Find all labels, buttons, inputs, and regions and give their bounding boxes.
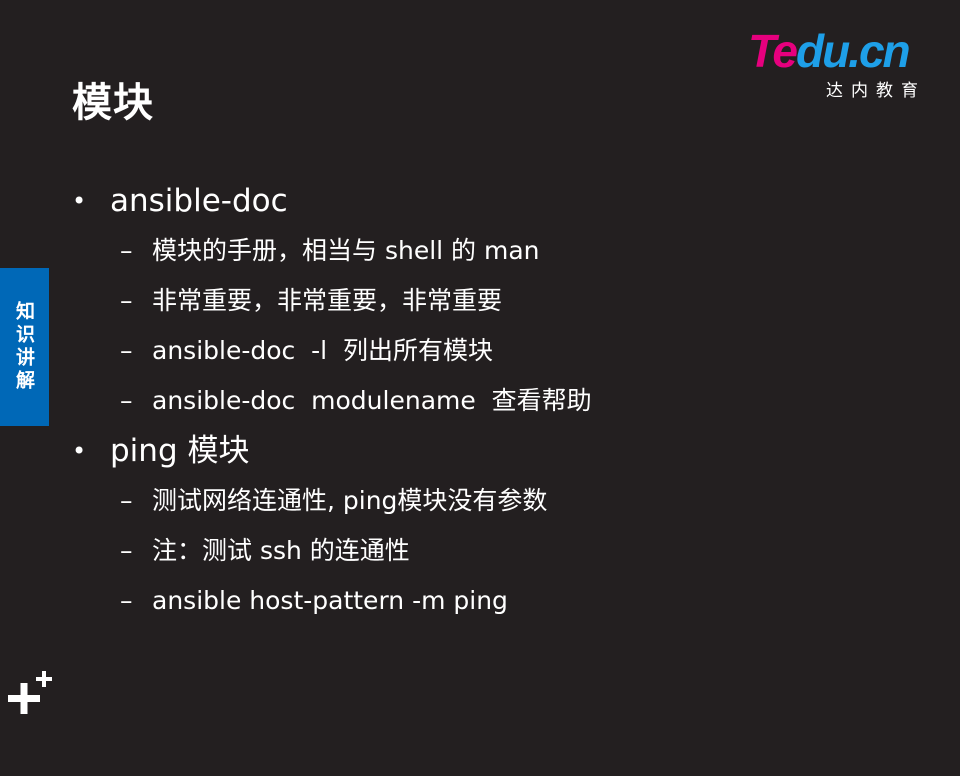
sub-bullet-text: 非常重要，非常重要，非常重要 — [152, 286, 503, 315]
sub-bullet-text: ansible host-pattern -m ping — [152, 586, 508, 615]
bullet-item: • ansible-doc — [72, 176, 932, 226]
bullet-dot-icon: • — [72, 187, 87, 215]
slide-title: 模块 — [72, 80, 154, 126]
tedu-logo: Tedu.cn 达内教育 — [748, 25, 930, 101]
sub-bullet-item: – ansible-doc modulename 查看帮助 — [72, 376, 932, 426]
bullet-item: • ping 模块 — [72, 426, 932, 476]
bullet-text: ping 模块 — [110, 433, 250, 469]
sub-bullet-text: 注：测试 ssh 的连通性 — [152, 536, 410, 565]
sub-bullet-text: ansible-doc -l 列出所有模块 — [152, 336, 494, 365]
bullet-list: • ansible-doc – 模块的手册，相当与 shell 的 man – … — [72, 176, 932, 626]
sub-bullet-item: – 模块的手册，相当与 shell 的 man — [72, 226, 932, 276]
plus-decor-icon — [8, 671, 52, 714]
dash-icon: – — [120, 336, 133, 365]
logo-wordmark-part1: Te — [748, 25, 798, 77]
sub-bullet-item: – ansible-doc -l 列出所有模块 — [72, 326, 932, 376]
dash-icon: – — [120, 286, 133, 315]
dash-icon: – — [120, 236, 133, 265]
sub-bullet-item: – 注：测试 ssh 的连通性 — [72, 526, 932, 576]
logo-wordmark: Tedu.cn — [748, 25, 911, 77]
sub-bullet-item: – ansible host-pattern -m ping — [72, 576, 932, 626]
bullet-dot-icon: • — [72, 437, 87, 465]
dash-icon: – — [120, 536, 133, 565]
sub-bullet-item: – 非常重要，非常重要，非常重要 — [72, 276, 932, 326]
side-tab-label: 知识讲解 — [13, 301, 35, 393]
logo-subtitle: 达内教育 — [826, 81, 926, 101]
sub-bullet-text: 模块的手册，相当与 shell 的 man — [152, 236, 540, 265]
side-tab: 知识讲解 — [0, 268, 49, 426]
sub-bullet-text: ansible-doc modulename 查看帮助 — [152, 386, 592, 415]
dash-icon: – — [120, 486, 133, 515]
bullet-text: ansible-doc — [110, 183, 288, 219]
sub-bullet-item: – 测试网络连通性, ping模块没有参数 — [72, 476, 932, 526]
logo-wordmark-part2: du.cn — [795, 25, 911, 77]
dash-icon: – — [120, 586, 133, 615]
sub-bullet-text: 测试网络连通性, ping模块没有参数 — [152, 486, 548, 515]
slide: 模块 Tedu.cn 达内教育 知识讲解 • ansible-doc – 模块的… — [0, 0, 960, 720]
dash-icon: – — [120, 386, 133, 415]
